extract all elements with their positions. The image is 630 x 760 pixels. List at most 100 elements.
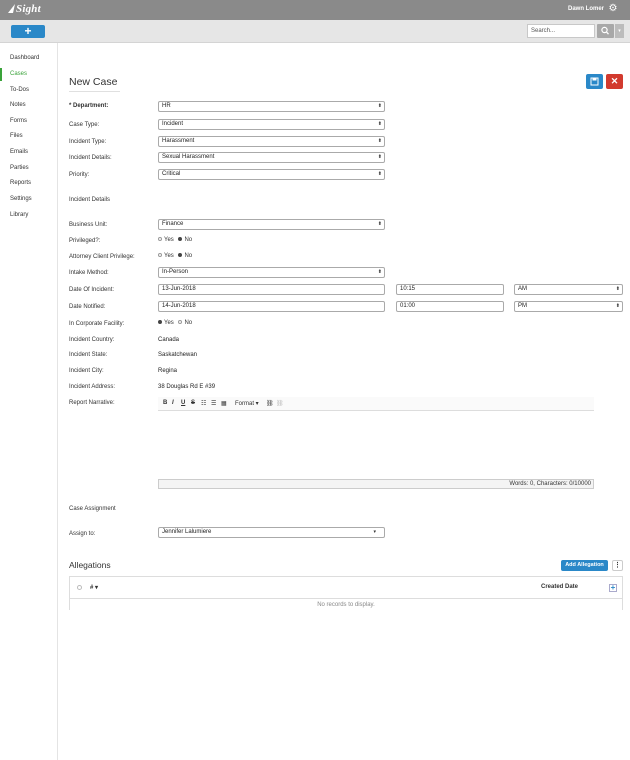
attorney-privilege-no[interactable]: No — [178, 253, 192, 259]
chevron-down-icon: ▾ — [373, 529, 376, 535]
privileged-no-label: No — [184, 237, 193, 243]
address-label: Incident Address: — [69, 384, 116, 390]
sidebar-item-cases[interactable]: Cases — [0, 68, 57, 81]
select-all-checkbox[interactable] — [77, 585, 82, 590]
new-button[interactable]: + — [11, 25, 45, 38]
gear-icon[interactable]: ⚙ — [608, 4, 618, 14]
bullet-list-icon[interactable]: ☷ — [201, 400, 206, 407]
case-type-select[interactable]: Incident ⬍ — [158, 119, 385, 130]
business-unit-value: Finance — [162, 221, 184, 227]
time-of-incident-input[interactable]: 10:15 — [396, 284, 504, 295]
sidebar-item-dashboard[interactable]: Dashboard — [0, 52, 57, 65]
sidebar-item-todos[interactable]: To-Dos — [0, 84, 57, 97]
intake-method-select[interactable]: In-Person ⬍ — [158, 267, 385, 278]
user-name[interactable]: Dawn Lomer — [568, 6, 604, 12]
logo-mark-icon — [8, 4, 15, 13]
sidebar-item-files[interactable]: Files — [0, 130, 57, 143]
select-arrow-icon: ⬍ — [377, 121, 382, 127]
corporate-facility-no[interactable]: No — [178, 320, 192, 326]
allegations-grid: # ▾ Created Date + No records to display… — [69, 576, 623, 610]
address-value: 38 Douglas Rd E #39 — [158, 384, 216, 390]
privileged-label: Privileged?: — [69, 238, 101, 244]
editor-toolbar: B I U S ☷ ☰ ▦ Format ▾ ⛓ ⛓ — [158, 397, 594, 411]
add-column-icon[interactable]: + — [609, 584, 617, 592]
department-value: HR — [162, 103, 171, 109]
bold-icon[interactable]: B — [163, 400, 167, 406]
attorney-privilege-no-label: No — [184, 253, 193, 259]
notified-ampm-select[interactable]: PM ⬍ — [514, 301, 623, 312]
sidebar-item-reports[interactable]: Reports — [0, 177, 57, 190]
empty-message: No records to display. — [317, 602, 375, 608]
narrative-label: Report Narrative: — [69, 400, 115, 406]
unlink-icon[interactable]: ⛓ — [276, 400, 284, 407]
save-button[interactable] — [586, 74, 603, 89]
attorney-privilege-yes[interactable]: Yes — [158, 253, 174, 259]
country-label: Incident Country: — [69, 337, 115, 343]
date-notified-input[interactable]: 14-Jun-2018 — [158, 301, 385, 312]
format-dropdown[interactable]: Format ▾ — [235, 400, 259, 407]
sidebar-item-library[interactable]: Library — [0, 209, 57, 222]
column-created-date-header[interactable]: Created Date — [541, 584, 578, 590]
sidebar-item-emails[interactable]: Emails — [0, 146, 57, 159]
assign-to-select[interactable]: Jennifer Lalumiere ▾ — [158, 527, 385, 538]
search-input[interactable]: Search... — [527, 24, 595, 38]
incident-details-value: Sexual Harassment — [162, 154, 215, 160]
case-type-label: Case Type: — [69, 122, 100, 128]
close-button[interactable]: ✕ — [606, 74, 623, 89]
privileged-no[interactable]: No — [178, 237, 192, 243]
corporate-facility-radio-group: Yes No — [158, 320, 195, 326]
sidebar-item-settings[interactable]: Settings — [0, 193, 57, 206]
select-arrow-icon: ⬍ — [377, 221, 382, 227]
privileged-yes[interactable]: Yes — [158, 237, 174, 243]
sidebar: Dashboard Cases To-Dos Notes Forms Files… — [0, 43, 58, 760]
case-assignment-section-title: Case Assignment — [69, 506, 116, 512]
allegations-title: Allegations — [69, 560, 111, 570]
sidebar-item-parties[interactable]: Parties — [0, 162, 57, 175]
italic-icon[interactable]: I — [172, 400, 174, 406]
column-number-header[interactable]: # ▾ — [90, 584, 98, 591]
link-icon[interactable]: ⛓ — [266, 400, 274, 407]
incident-details-section-title: Incident Details — [69, 197, 111, 203]
narrative-editor[interactable] — [158, 411, 594, 480]
more-options-button[interactable]: ⋮ — [612, 560, 623, 571]
privileged-radio-group: Yes No — [158, 237, 195, 243]
select-arrow-icon: ⬍ — [377, 154, 382, 160]
add-allegation-button[interactable]: Add Allegation — [561, 560, 608, 571]
priority-value: Critical — [162, 171, 181, 177]
incident-details-select[interactable]: Sexual Harassment ⬍ — [158, 152, 385, 163]
department-select[interactable]: HR ⬍ — [158, 101, 385, 112]
notified-ampm-value: PM — [518, 303, 527, 309]
country-value: Canada — [158, 337, 180, 343]
search-button[interactable] — [597, 24, 614, 38]
time-notified-input[interactable]: 01:00 — [396, 301, 504, 312]
attorney-privilege-yes-label: Yes — [164, 253, 174, 259]
incident-details-label: Incident Details: — [69, 155, 112, 161]
attorney-privilege-label: Attorney Client Privilege: — [69, 254, 135, 260]
assign-to-value: Jennifer Lalumiere — [162, 529, 212, 535]
priority-label: Priority: — [69, 172, 90, 178]
date-notified-label: Date Notified: — [69, 304, 106, 310]
date-of-incident-input[interactable]: 13-Jun-2018 — [158, 284, 385, 295]
search-icon — [601, 26, 609, 35]
incident-type-select[interactable]: Harassment ⬍ — [158, 136, 385, 147]
sub-toolbar: + Search... ▾ — [0, 20, 630, 43]
strikethrough-icon[interactable]: S — [191, 400, 195, 406]
select-arrow-icon: ⬍ — [615, 286, 620, 292]
city-label: Incident City: — [69, 368, 104, 374]
corporate-facility-yes-label: Yes — [164, 320, 174, 326]
date-of-incident-label: Date Of Incident: — [69, 287, 115, 293]
app-logo[interactable]: Sight — [8, 3, 41, 15]
page-title: New Case — [69, 76, 118, 88]
priority-select[interactable]: Critical ⬍ — [158, 169, 385, 180]
incident-ampm-select[interactable]: AM ⬍ — [514, 284, 623, 295]
sidebar-item-notes[interactable]: Notes — [0, 99, 57, 112]
business-unit-label: Business Unit: — [69, 222, 108, 228]
chevron-down-icon[interactable]: ▾ — [615, 24, 624, 38]
underline-icon[interactable]: U — [181, 400, 185, 406]
select-arrow-icon: ⬍ — [615, 303, 620, 309]
business-unit-select[interactable]: Finance ⬍ — [158, 219, 385, 230]
numbered-list-icon[interactable]: ☰ — [211, 400, 216, 407]
table-icon[interactable]: ▦ — [221, 400, 227, 407]
corporate-facility-yes[interactable]: Yes — [158, 320, 174, 326]
sidebar-item-forms[interactable]: Forms — [0, 115, 57, 128]
